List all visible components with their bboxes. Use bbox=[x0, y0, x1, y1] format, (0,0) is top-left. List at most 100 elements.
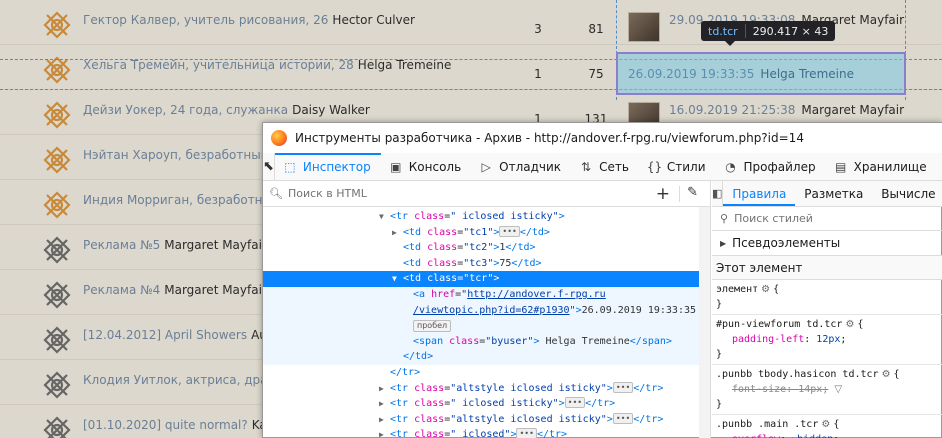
console-icon: ▣ bbox=[390, 159, 402, 174]
devtools-tab-style-editor[interactable]: {} Стили bbox=[639, 153, 716, 180]
pseudo-elements-label: Псевдоэлементы bbox=[732, 236, 841, 250]
devtools-tab-console[interactable]: ▣ Консоль bbox=[381, 153, 471, 180]
tree-line-span-byuser[interactable]: <span class="byuser"> Helga Tremeine</sp… bbox=[263, 333, 710, 350]
element-picker-button[interactable]: ⬉ bbox=[263, 153, 275, 180]
eyedropper-icon[interactable]: ✎ bbox=[687, 185, 698, 200]
devtools-window-title: Инструменты разработчика - Архив - http:… bbox=[295, 131, 804, 145]
topic-replies: 3 bbox=[534, 22, 542, 36]
gear-icon[interactable]: ⚙ bbox=[845, 319, 854, 330]
topic-status-icon bbox=[42, 280, 72, 310]
rule-hasicon[interactable]: .punbb tbody.hasicon td.tcr ⚙{ font-size:… bbox=[712, 365, 942, 415]
element-picker-icon: ⬉ bbox=[263, 159, 274, 174]
firefox-logo-icon bbox=[271, 130, 287, 146]
gear-icon[interactable]: ⚙ bbox=[821, 419, 830, 430]
gear-icon[interactable]: ⚙ bbox=[882, 369, 891, 380]
css-property-overridden[interactable]: font-size bbox=[732, 384, 786, 395]
topic-views: 81 bbox=[588, 22, 604, 36]
devtools-tab-accessibility[interactable]: ◨ bbox=[937, 153, 942, 180]
tree-line-whitespace[interactable]: пробел bbox=[263, 318, 710, 334]
topic-title-link[interactable]: [01.10.2020] quite normal?Kar bbox=[83, 418, 272, 432]
topic-status-icon bbox=[42, 370, 72, 400]
css-property[interactable]: padding-left bbox=[732, 334, 804, 345]
tab-computed[interactable]: Вычисле bbox=[872, 181, 942, 206]
search-icon: 🔍︎ bbox=[269, 187, 283, 200]
rule-element[interactable]: элемент ⚙{ } bbox=[712, 280, 942, 315]
devtools-tab-inspector[interactable]: ⬚ Инспектор bbox=[274, 153, 381, 180]
topic-status-icon bbox=[42, 415, 72, 438]
devtools-titlebar[interactable]: Инструменты разработчика - Архив - http:… bbox=[263, 123, 942, 153]
markup-scrollbar[interactable] bbox=[699, 207, 710, 438]
topic-author: Margaret Mayfair bbox=[164, 238, 267, 252]
highlighted-user: Helga Tremeine bbox=[760, 67, 854, 81]
topic-title-link[interactable]: Клодия Уитлок, актриса, драма bbox=[83, 373, 284, 387]
highlighted-date[interactable]: 26.09.2019 19:33:35 bbox=[628, 67, 754, 81]
sidebar-tabs: ◧ Правила Разметка Вычисле bbox=[712, 181, 942, 207]
pseudo-elements-toggle[interactable]: ▶ Псевдоэлементы bbox=[712, 231, 942, 256]
last-post-date[interactable]: 16.09.2019 21:25:38 bbox=[669, 103, 795, 117]
topic-author: Margaret Mayfair bbox=[164, 283, 267, 297]
tree-line-td-tc2[interactable]: <td class="tc2">1</td> bbox=[263, 240, 710, 256]
devtools-tab-profiler[interactable]: ◔ Профайлер bbox=[716, 153, 826, 180]
highlighter-tooltip: td.tcr 290.417 × 43 bbox=[701, 21, 836, 46]
devtools-window: Инструменты разработчика - Архив - http:… bbox=[262, 122, 942, 438]
filter-styles-bar: ⚲ Поиск стилей bbox=[712, 207, 942, 231]
tree-line-tr-iclosed-2[interactable]: ▶ <tr class=" iclosed"> ••• </tr> bbox=[263, 427, 710, 438]
tab-rules[interactable]: Правила bbox=[723, 181, 796, 206]
debugger-icon: ▷ bbox=[481, 159, 491, 174]
devtools-tab-label: Хранилище bbox=[853, 159, 927, 174]
topic-views: 75 bbox=[588, 67, 604, 81]
tree-line-tr-altstyle-2[interactable]: ▶ <tr class="altstyle iclosed isticky"> ••… bbox=[263, 412, 710, 428]
topic-status-icon bbox=[42, 10, 72, 40]
last-post-user: Margaret Mayfair bbox=[801, 103, 905, 117]
devtools-tab-label: Отладчик bbox=[499, 159, 562, 174]
tree-line-tr-altstyle[interactable]: ▶ <tr class="altstyle iclosed isticky"> ••… bbox=[263, 381, 710, 397]
tree-line-td-tc1[interactable]: ▶ <td class="tc1"> ••• </td> bbox=[263, 225, 710, 241]
tree-line-tr-open[interactable]: ▼ <tr class=" iclosed isticky"> bbox=[263, 209, 710, 225]
gear-icon[interactable]: ⚙ bbox=[761, 284, 770, 295]
devtools-tab-network[interactable]: ⇅ Сеть bbox=[571, 153, 639, 180]
search-html-input[interactable]: Поиск в HTML bbox=[288, 187, 367, 200]
topic-title-link[interactable]: Гектор Калвер, учитель рисования, 26 Hect… bbox=[83, 13, 415, 27]
filter-styles-input[interactable]: Поиск стилей bbox=[734, 212, 813, 225]
css-value[interactable]: 12px bbox=[816, 334, 840, 345]
funnel-icon[interactable]: ▽ bbox=[834, 384, 842, 395]
tree-line-a-link-cont[interactable]: /viewtopic.php?id=62#p1930">26.09.2019 1… bbox=[263, 302, 710, 319]
storage-icon: ▤ bbox=[834, 159, 847, 174]
markup-search-bar: 🔍︎ Поиск в HTML + ✎ bbox=[263, 181, 710, 207]
tree-line-a-link[interactable]: <a href="http://andover.f-rpg.ru bbox=[263, 286, 710, 303]
topic-title-link[interactable]: Дейзи Уокер, 24 года, служанка Daisy Walk… bbox=[83, 103, 370, 117]
rule-selector: .punbb tbody.hasicon td.tcr bbox=[716, 369, 879, 380]
topic-title-link[interactable]: [12.04.2012] April ShowersAur bbox=[83, 328, 272, 342]
add-node-button[interactable]: + bbox=[656, 184, 670, 204]
devtools-tab-storage[interactable]: ▤ Хранилище bbox=[826, 153, 937, 180]
topic-title-link[interactable]: Индия Морриган, безработная, bbox=[83, 193, 281, 207]
expand-arrow-icon: ▶ bbox=[720, 238, 727, 248]
rule-main-tcr[interactable]: .punbb .main .tcr⚙{ overflow: ▶hidden; bbox=[712, 415, 942, 438]
tree-line-td-close[interactable]: </td> bbox=[263, 349, 710, 365]
profiler-icon: ◔ bbox=[725, 159, 736, 174]
topic-title-link[interactable]: Нэйтан Хароуп, безработный, 3 bbox=[83, 148, 284, 162]
topic-status-icon bbox=[42, 100, 72, 130]
style-editor-icon: {} bbox=[646, 159, 663, 174]
tree-line-td-tcr-selected[interactable]: ▼ <td class="tcr"> bbox=[263, 271, 710, 287]
topic-status-icon bbox=[42, 235, 72, 265]
tab-layout[interactable]: Разметка bbox=[795, 181, 872, 206]
topic-title-link[interactable]: Реклама №5 Margaret Mayfair bbox=[83, 238, 267, 252]
css-value-overridden[interactable]: 14px bbox=[798, 384, 822, 395]
devtools-tab-debugger[interactable]: ▷ Отладчик bbox=[471, 153, 571, 180]
rule-pun-viewforum[interactable]: #pun-viewforum td.tcr ⚙{ padding-left: 12… bbox=[712, 315, 942, 365]
topic-status-icon bbox=[42, 190, 72, 220]
css-property[interactable]: overflow bbox=[732, 434, 780, 438]
highlighted-last-post[interactable]: 26.09.2019 19:33:35 Helga Tremeine bbox=[628, 67, 854, 81]
tree-line-tr-close[interactable]: </tr> bbox=[263, 365, 710, 381]
devtools-tab-label: Консоль bbox=[408, 159, 462, 174]
toggle-sidebar-icon[interactable]: ◧ bbox=[712, 181, 724, 206]
tree-line-tr-iclosed[interactable]: ▶ <tr class=" iclosed isticky"> ••• </tr> bbox=[263, 396, 710, 412]
last-post[interactable]: 16.09.2019 21:25:38 Margaret Mayfair bbox=[669, 103, 904, 117]
topic-title-link[interactable]: Хельга Тремейн, учительница истории, 28 H… bbox=[83, 58, 451, 72]
topic-title-link[interactable]: Реклама №4 Margaret Mayfair bbox=[83, 283, 267, 297]
tree-line-td-tc3[interactable]: <td class="tc3">75</td> bbox=[263, 256, 710, 272]
css-value[interactable]: hidden bbox=[797, 434, 833, 438]
whitespace-badge[interactable]: пробел bbox=[413, 320, 452, 333]
devtools-tab-label: Профайлер bbox=[743, 159, 816, 174]
